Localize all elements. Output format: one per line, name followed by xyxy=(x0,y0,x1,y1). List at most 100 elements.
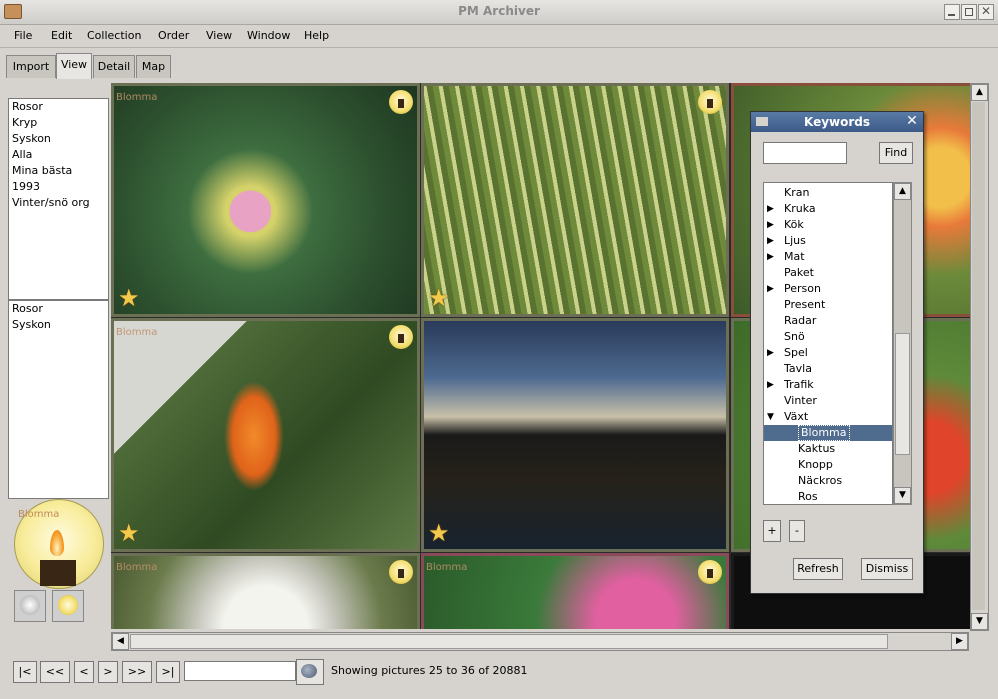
keyword-item[interactable]: ▶ Person xyxy=(764,281,892,297)
keyword-scrollbar[interactable]: ▲ ▼ xyxy=(893,182,912,505)
lamp-icon[interactable] xyxy=(698,560,722,584)
keyword-item[interactable]: Tavla xyxy=(764,361,892,377)
keyword-item[interactable]: Kran xyxy=(764,185,892,201)
keyword-item[interactable]: Blomma xyxy=(764,425,892,441)
keyword-search-input[interactable] xyxy=(763,142,847,164)
scroll-up-button[interactable]: ▲ xyxy=(894,183,911,200)
vertical-scrollbar[interactable]: ▲ ▼ xyxy=(970,83,989,631)
close-window-button[interactable]: ✕ xyxy=(978,4,994,20)
photo-thumbnail[interactable]: Blomma xyxy=(421,553,729,629)
lamp-off-icon xyxy=(20,595,40,615)
prev-page-button[interactable]: << xyxy=(40,661,70,683)
lamp-off-button[interactable] xyxy=(14,590,46,622)
collection-list[interactable]: Rosor Kryp Syskon Alla Mina bästa 1993 V… xyxy=(8,98,109,300)
photo-thumbnail[interactable]: Blomma ★ xyxy=(111,318,420,552)
list-item[interactable]: Vinter/snö org xyxy=(9,195,108,211)
menu-view[interactable]: View xyxy=(206,29,232,42)
keyword-item[interactable]: Vinter xyxy=(764,393,892,409)
keyword-item[interactable]: Näckros xyxy=(764,473,892,489)
collapsed-arrow-icon[interactable]: ▶ xyxy=(767,217,774,233)
star-icon[interactable]: ★ xyxy=(118,284,140,312)
collapsed-arrow-icon[interactable]: ▶ xyxy=(767,281,774,297)
keyword-item[interactable]: Paket xyxy=(764,265,892,281)
collapsed-arrow-icon[interactable]: ▶ xyxy=(767,249,774,265)
keyword-item[interactable]: ▶ Trafik xyxy=(764,377,892,393)
list-item[interactable]: Rosor xyxy=(9,99,108,115)
scroll-up-button[interactable]: ▲ xyxy=(971,84,988,101)
menu-edit[interactable]: Edit xyxy=(51,29,72,42)
search-input[interactable] xyxy=(184,661,296,681)
next-page-button[interactable]: >> xyxy=(122,661,152,683)
next-button[interactable]: > xyxy=(98,661,118,683)
keyword-item[interactable]: Radar xyxy=(764,313,892,329)
keyword-item[interactable]: ▶ Kök xyxy=(764,217,892,233)
menu-help[interactable]: Help xyxy=(304,29,329,42)
menu-collection[interactable]: Collection xyxy=(87,29,141,42)
remove-keyword-button[interactable]: - xyxy=(789,520,805,542)
lamp-icon[interactable] xyxy=(389,90,413,114)
dismiss-button[interactable]: Dismiss xyxy=(861,558,913,580)
list-item[interactable]: Syskon xyxy=(9,131,108,147)
maximize-button[interactable] xyxy=(961,4,977,20)
scrollbar-thumb[interactable] xyxy=(130,634,888,649)
star-icon[interactable]: ★ xyxy=(428,519,450,547)
scroll-down-button[interactable]: ▼ xyxy=(894,487,911,504)
selected-collection-list[interactable]: Rosor Syskon xyxy=(8,300,109,499)
horizontal-scrollbar[interactable]: ◀ ▶ xyxy=(111,632,969,651)
expanded-arrow-icon[interactable]: ▼ xyxy=(767,409,774,425)
menu-window[interactable]: Window xyxy=(247,29,290,42)
star-icon[interactable]: ★ xyxy=(428,284,450,312)
find-button[interactable]: Find xyxy=(879,142,913,164)
list-item[interactable]: Kryp xyxy=(9,115,108,131)
tab-view[interactable]: View xyxy=(56,53,92,79)
add-keyword-button[interactable]: + xyxy=(763,520,781,542)
collapsed-arrow-icon[interactable]: ▶ xyxy=(767,201,774,217)
list-item[interactable]: 1993 xyxy=(9,179,108,195)
keyword-item[interactable]: ▶ Spel xyxy=(764,345,892,361)
tab-detail[interactable]: Detail xyxy=(93,55,135,78)
collapsed-arrow-icon[interactable]: ▶ xyxy=(767,233,774,249)
lamp-icon[interactable] xyxy=(698,90,722,114)
photo-thumbnail[interactable]: Blomma xyxy=(111,553,420,629)
scrollbar-thumb[interactable] xyxy=(895,333,910,455)
menu-file[interactable]: File xyxy=(14,29,32,42)
scroll-down-button[interactable]: ▼ xyxy=(971,613,988,630)
last-page-button[interactable]: >| xyxy=(156,661,180,683)
refresh-button[interactable]: Refresh xyxy=(793,558,843,580)
photo-thumbnail[interactable]: ★ xyxy=(421,83,729,317)
minimize-button[interactable] xyxy=(944,4,960,20)
keyword-item[interactable]: Present xyxy=(764,297,892,313)
lamp-icon[interactable] xyxy=(389,325,413,349)
list-item[interactable]: Mina bästa xyxy=(9,163,108,179)
star-icon[interactable]: ★ xyxy=(118,519,140,547)
keyword-item[interactable]: ▶ Kruka xyxy=(764,201,892,217)
collapsed-arrow-icon[interactable]: ▶ xyxy=(767,377,774,393)
list-item[interactable]: Syskon xyxy=(9,317,108,333)
scroll-right-button[interactable]: ▶ xyxy=(951,633,968,650)
list-item[interactable]: Alla xyxy=(9,147,108,163)
keyword-item[interactable]: ▼ Växt xyxy=(764,409,892,425)
keyword-item[interactable]: Snö xyxy=(764,329,892,345)
keyword-item[interactable]: Ros xyxy=(764,489,892,504)
photo-thumbnail[interactable]: ★ xyxy=(421,318,729,552)
keyword-item[interactable]: Knopp xyxy=(764,457,892,473)
search-button[interactable] xyxy=(296,659,324,685)
lamp-on-button[interactable] xyxy=(52,590,84,622)
keyword-item[interactable]: ▶ Ljus xyxy=(764,233,892,249)
collapsed-arrow-icon[interactable]: ▶ xyxy=(767,345,774,361)
tab-map[interactable]: Map xyxy=(136,55,171,78)
menu-order[interactable]: Order xyxy=(158,29,189,42)
list-item[interactable]: Rosor xyxy=(9,301,108,317)
keyword-tree[interactable]: Kran ▶ Kruka ▶ Kök ▶ Ljus ▶ Mat Paket ▶ Person Prese… xyxy=(763,182,893,505)
keyword-item[interactable]: ▶ Mat xyxy=(764,249,892,265)
first-page-button[interactable]: |< xyxy=(13,661,37,683)
keyword-item[interactable]: Kaktus xyxy=(764,441,892,457)
keyword-label: Trafik xyxy=(784,378,814,391)
photo-thumbnail[interactable]: Blomma ★ xyxy=(111,83,420,317)
tab-import[interactable]: Import xyxy=(6,55,56,78)
prev-button[interactable]: < xyxy=(74,661,94,683)
dialog-close-icon[interactable]: ✕ xyxy=(904,113,920,129)
scrollbar-track[interactable] xyxy=(972,102,985,610)
lamp-icon[interactable] xyxy=(389,560,413,584)
scroll-left-button[interactable]: ◀ xyxy=(112,633,129,650)
